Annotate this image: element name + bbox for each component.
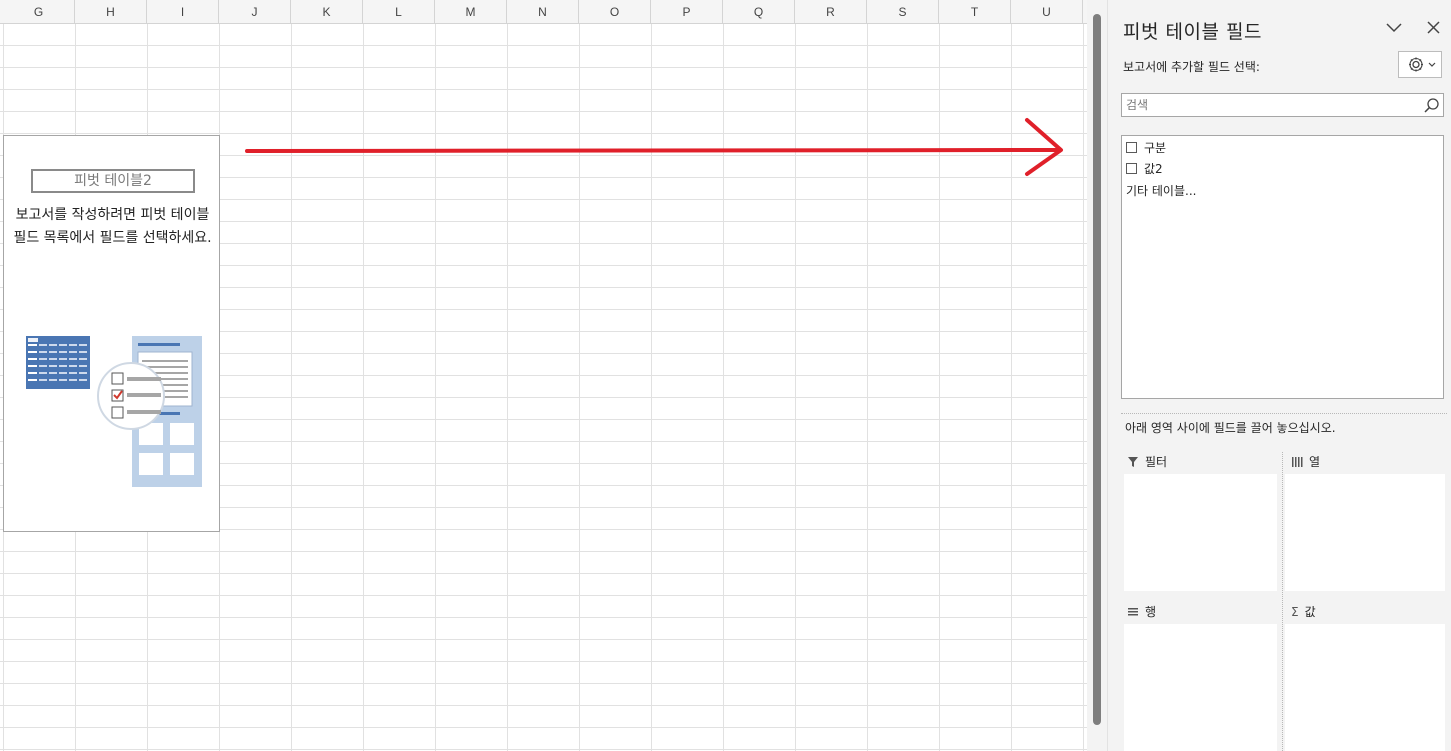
- chevron-down-icon[interactable]: [1383, 18, 1405, 38]
- area-label-rows: 행: [1145, 605, 1157, 619]
- pivot-table-placeholder[interactable]: 피벗 테이블2 보고서를 작성하려면 피벗 테이블 필드 목록에서 필드를 선택…: [3, 135, 220, 532]
- area-header-rows: 행: [1127, 603, 1156, 620]
- chevron-down-icon: [1428, 62, 1436, 67]
- field-item-value2[interactable]: 값2: [1126, 159, 1163, 177]
- divider: [1282, 452, 1283, 751]
- area-filters[interactable]: [1124, 474, 1277, 591]
- area-header-values: Σ 값: [1291, 603, 1316, 620]
- column-header-q[interactable]: Q: [723, 0, 795, 24]
- column-header-bar: G H I J K L M N O P Q R S T U: [0, 0, 1087, 24]
- pivot-fields-pane: 피벗 테이블 필드 보고서에 추가할 필드 선택: 검색 구분 값2 기타 테이…: [1108, 0, 1451, 751]
- pivot-illustration: [26, 336, 202, 487]
- column-header-u[interactable]: U: [1011, 0, 1083, 24]
- more-tables-link[interactable]: 기타 테이블...: [1126, 182, 1196, 199]
- areas-hint: 아래 영역 사이에 필드를 끌어 놓으십시오.: [1125, 421, 1336, 435]
- column-header-r[interactable]: R: [795, 0, 867, 24]
- area-values[interactable]: [1285, 624, 1445, 751]
- field-list: 구분 값2 기타 테이블...: [1121, 135, 1444, 399]
- filter-icon: [1128, 456, 1138, 467]
- area-label-values: 값: [1304, 605, 1316, 619]
- area-header-filters: 필터: [1127, 453, 1167, 470]
- worksheet: G H I J K L M N O P Q R S T U 피벗 테이블2 보고…: [0, 0, 1087, 751]
- column-header-t[interactable]: T: [939, 0, 1011, 24]
- tools-button[interactable]: [1398, 51, 1442, 78]
- sigma-icon: Σ: [1291, 604, 1299, 619]
- scrollbar-thumb[interactable]: [1093, 14, 1101, 725]
- gear-icon: [1409, 57, 1436, 72]
- column-header-s[interactable]: S: [867, 0, 939, 24]
- divider: [1121, 413, 1447, 414]
- search-icon[interactable]: [1423, 97, 1440, 114]
- area-header-columns: 열: [1291, 453, 1320, 470]
- column-header-n[interactable]: N: [507, 0, 579, 24]
- columns-icon: [1292, 456, 1303, 467]
- column-header-j[interactable]: J: [219, 0, 291, 24]
- column-header-p[interactable]: P: [651, 0, 723, 24]
- column-header-g[interactable]: G: [3, 0, 75, 24]
- field-item-gubun[interactable]: 구분: [1126, 138, 1166, 156]
- checklist-icon: [97, 362, 165, 430]
- field-checkbox[interactable]: [1126, 162, 1137, 174]
- pane-subtitle: 보고서에 추가할 필드 선택:: [1123, 60, 1260, 74]
- column-header-o[interactable]: O: [579, 0, 651, 24]
- column-header-k[interactable]: K: [291, 0, 363, 24]
- table-icon: [26, 336, 90, 389]
- column-header-h[interactable]: H: [75, 0, 147, 24]
- excel-window: G H I J K L M N O P Q R S T U 피벗 테이블2 보고…: [0, 0, 1451, 751]
- search-input[interactable]: [1126, 96, 1416, 114]
- column-header-m[interactable]: M: [435, 0, 507, 24]
- column-header-l[interactable]: L: [363, 0, 435, 24]
- field-label: 구분: [1144, 140, 1167, 155]
- close-icon[interactable]: [1423, 17, 1445, 39]
- column-header-i[interactable]: I: [147, 0, 219, 24]
- area-rows[interactable]: [1124, 624, 1277, 751]
- rows-icon: [1128, 607, 1138, 615]
- area-columns[interactable]: [1285, 474, 1445, 591]
- field-label: 값2: [1144, 161, 1163, 176]
- vertical-scrollbar[interactable]: [1087, 0, 1108, 751]
- pane-title: 피벗 테이블 필드: [1123, 21, 1262, 43]
- area-label-columns: 열: [1309, 455, 1321, 469]
- field-checkbox[interactable]: [1126, 141, 1137, 153]
- pivot-table-name: 피벗 테이블2: [31, 169, 195, 193]
- field-search[interactable]: [1121, 93, 1444, 117]
- pivot-placeholder-message: 보고서를 작성하려면 피벗 테이블 필드 목록에서 필드를 선택하세요.: [13, 207, 212, 246]
- area-label-filters: 필터: [1145, 455, 1168, 469]
